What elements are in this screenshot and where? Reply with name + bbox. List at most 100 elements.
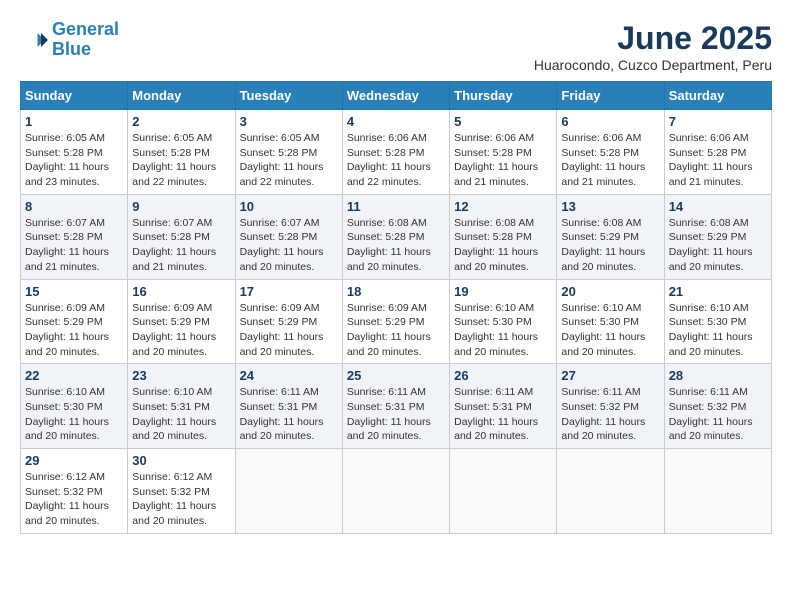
day-info: Sunrise: 6:09 AMSunset: 5:29 PMDaylight:… (240, 301, 338, 360)
calendar-cell: 25Sunrise: 6:11 AMSunset: 5:31 PMDayligh… (342, 364, 449, 449)
day-number: 21 (669, 284, 767, 299)
day-info: Sunrise: 6:11 AMSunset: 5:32 PMDaylight:… (669, 385, 767, 444)
calendar-table: SundayMondayTuesdayWednesdayThursdayFrid… (20, 81, 772, 534)
day-info: Sunrise: 6:09 AMSunset: 5:29 PMDaylight:… (25, 301, 123, 360)
day-info: Sunrise: 6:07 AMSunset: 5:28 PMDaylight:… (240, 216, 338, 275)
day-number: 14 (669, 199, 767, 214)
day-info: Sunrise: 6:05 AMSunset: 5:28 PMDaylight:… (240, 131, 338, 190)
week-row-1: 1Sunrise: 6:05 AMSunset: 5:28 PMDaylight… (21, 110, 772, 195)
calendar-cell: 21 Sunrise: 6:10 AMSunset: 5:30 PMDayligh… (664, 279, 771, 364)
day-number: 28 (669, 368, 767, 383)
calendar-cell: 20 Sunrise: 6:10 AMSunset: 5:30 PMDayligh… (557, 279, 664, 364)
week-row-3: 15 Sunrise: 6:09 AMSunset: 5:29 PMDayligh… (21, 279, 772, 364)
day-info: Sunrise: 6:06 AMSunset: 5:28 PMDaylight:… (454, 131, 552, 190)
day-info: Sunrise: 6:08 AMSunset: 5:29 PMDaylight:… (561, 216, 659, 275)
day-number: 4 (347, 114, 445, 129)
week-row-5: 29 Sunrise: 6:12 AMSunset: 5:32 PMDayligh… (21, 449, 772, 534)
calendar-cell: 1Sunrise: 6:05 AMSunset: 5:28 PMDaylight… (21, 110, 128, 195)
day-number: 15 (25, 284, 123, 299)
week-row-2: 8 Sunrise: 6:07 AMSunset: 5:28 PMDaylight… (21, 194, 772, 279)
day-info: Sunrise: 6:06 AMSunset: 5:28 PMDaylight:… (347, 131, 445, 190)
day-info: Sunrise: 6:07 AMSunset: 5:28 PMDaylight:… (132, 216, 230, 275)
calendar-cell: 6Sunrise: 6:06 AMSunset: 5:28 PMDaylight… (557, 110, 664, 195)
day-number: 19 (454, 284, 552, 299)
calendar-cell (664, 449, 771, 534)
day-header-friday: Friday (557, 82, 664, 110)
day-info: Sunrise: 6:06 AMSunset: 5:28 PMDaylight:… (669, 131, 767, 190)
day-header-sunday: Sunday (21, 82, 128, 110)
logo-line2: Blue (52, 39, 91, 59)
day-header-thursday: Thursday (450, 82, 557, 110)
day-number: 6 (561, 114, 659, 129)
logo: General Blue (20, 20, 119, 60)
calendar-cell: 5 Sunrise: 6:06 AMSunset: 5:28 PMDaylight… (450, 110, 557, 195)
day-number: 3 (240, 114, 338, 129)
location: Huarocondo, Cuzco Department, Peru (534, 57, 772, 73)
day-info: Sunrise: 6:10 AMSunset: 5:30 PMDaylight:… (561, 301, 659, 360)
day-number: 20 (561, 284, 659, 299)
calendar-cell: 19Sunrise: 6:10 AMSunset: 5:30 PMDayligh… (450, 279, 557, 364)
day-header-monday: Monday (128, 82, 235, 110)
day-number: 2 (132, 114, 230, 129)
day-info: Sunrise: 6:12 AMSunset: 5:32 PMDaylight:… (25, 470, 123, 529)
title-block: June 2025 Huarocondo, Cuzco Department, … (534, 20, 772, 73)
day-header-tuesday: Tuesday (235, 82, 342, 110)
calendar-cell: 8 Sunrise: 6:07 AMSunset: 5:28 PMDaylight… (21, 194, 128, 279)
month-title: June 2025 (534, 20, 772, 57)
day-info: Sunrise: 6:08 AMSunset: 5:28 PMDaylight:… (454, 216, 552, 275)
day-info: Sunrise: 6:10 AMSunset: 5:30 PMDaylight:… (25, 385, 123, 444)
day-info: Sunrise: 6:11 AMSunset: 5:32 PMDaylight:… (561, 385, 659, 444)
day-number: 24 (240, 368, 338, 383)
calendar-cell: 27Sunrise: 6:11 AMSunset: 5:32 PMDayligh… (557, 364, 664, 449)
day-number: 26 (454, 368, 552, 383)
day-info: Sunrise: 6:10 AMSunset: 5:31 PMDaylight:… (132, 385, 230, 444)
calendar-cell: 30 Sunrise: 6:12 AMSunset: 5:32 PMDayligh… (128, 449, 235, 534)
calendar-cell: 16Sunrise: 6:09 AMSunset: 5:29 PMDayligh… (128, 279, 235, 364)
day-info: Sunrise: 6:08 AMSunset: 5:28 PMDaylight:… (347, 216, 445, 275)
page-header: General Blue June 2025 Huarocondo, Cuzco… (20, 20, 772, 73)
calendar-cell: 17 Sunrise: 6:09 AMSunset: 5:29 PMDayligh… (235, 279, 342, 364)
day-number: 17 (240, 284, 338, 299)
calendar-cell: 24 Sunrise: 6:11 AMSunset: 5:31 PMDayligh… (235, 364, 342, 449)
day-info: Sunrise: 6:09 AMSunset: 5:29 PMDaylight:… (132, 301, 230, 360)
day-info: Sunrise: 6:10 AMSunset: 5:30 PMDaylight:… (669, 301, 767, 360)
day-number: 12 (454, 199, 552, 214)
calendar-cell: 26Sunrise: 6:11 AMSunset: 5:31 PMDayligh… (450, 364, 557, 449)
day-info: Sunrise: 6:05 AMSunset: 5:28 PMDaylight:… (132, 131, 230, 190)
calendar-cell (557, 449, 664, 534)
calendar-cell: 15 Sunrise: 6:09 AMSunset: 5:29 PMDayligh… (21, 279, 128, 364)
logo-icon (20, 26, 48, 54)
day-number: 10 (240, 199, 338, 214)
day-header-saturday: Saturday (664, 82, 771, 110)
calendar-cell (235, 449, 342, 534)
day-number: 23 (132, 368, 230, 383)
calendar-cell: 28 Sunrise: 6:11 AMSunset: 5:32 PMDayligh… (664, 364, 771, 449)
calendar-cell: 4 Sunrise: 6:06 AMSunset: 5:28 PMDaylight… (342, 110, 449, 195)
day-number: 5 (454, 114, 552, 129)
calendar-body: 1Sunrise: 6:05 AMSunset: 5:28 PMDaylight… (21, 110, 772, 534)
calendar-cell: 22 Sunrise: 6:10 AMSunset: 5:30 PMDayligh… (21, 364, 128, 449)
day-info: Sunrise: 6:12 AMSunset: 5:32 PMDaylight:… (132, 470, 230, 529)
day-number: 13 (561, 199, 659, 214)
day-number: 8 (25, 199, 123, 214)
day-info: Sunrise: 6:05 AMSunset: 5:28 PMDaylight:… (25, 131, 123, 190)
day-number: 9 (132, 199, 230, 214)
calendar-cell: 2 Sunrise: 6:05 AMSunset: 5:28 PMDaylight… (128, 110, 235, 195)
calendar-cell: 18Sunrise: 6:09 AMSunset: 5:29 PMDayligh… (342, 279, 449, 364)
day-number: 22 (25, 368, 123, 383)
logo-text: General Blue (52, 20, 119, 60)
calendar-cell: 3 Sunrise: 6:05 AMSunset: 5:28 PMDaylight… (235, 110, 342, 195)
calendar-header-row: SundayMondayTuesdayWednesdayThursdayFrid… (21, 82, 772, 110)
day-info: Sunrise: 6:11 AMSunset: 5:31 PMDaylight:… (347, 385, 445, 444)
day-number: 29 (25, 453, 123, 468)
logo-line1: General (52, 19, 119, 39)
day-number: 7 (669, 114, 767, 129)
calendar-cell: 12 Sunrise: 6:08 AMSunset: 5:28 PMDayligh… (450, 194, 557, 279)
day-info: Sunrise: 6:07 AMSunset: 5:28 PMDaylight:… (25, 216, 123, 275)
day-info: Sunrise: 6:08 AMSunset: 5:29 PMDaylight:… (669, 216, 767, 275)
day-number: 11 (347, 199, 445, 214)
day-number: 18 (347, 284, 445, 299)
day-number: 30 (132, 453, 230, 468)
day-info: Sunrise: 6:11 AMSunset: 5:31 PMDaylight:… (240, 385, 338, 444)
calendar-cell (342, 449, 449, 534)
